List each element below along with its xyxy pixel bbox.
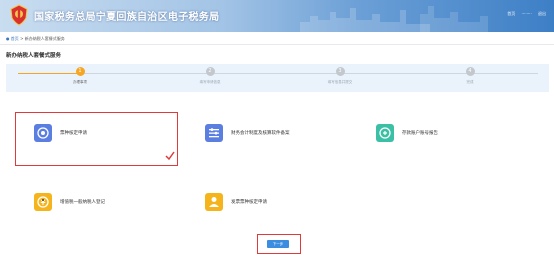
settings-icon [205, 124, 223, 142]
user-links: 首页 ········ 退出 [502, 11, 546, 17]
card-label: 发票票种核定申请 [231, 200, 267, 205]
card-label: 增值税一般纳税人登记 [60, 200, 105, 205]
step-number: 3 [335, 67, 345, 76]
service-card-accounting-filing[interactable]: 财务会计制度及核算软件备案 [189, 114, 339, 154]
step-number: 2 [205, 67, 215, 76]
next-button[interactable]: 下一步 [267, 240, 289, 248]
user-name-link[interactable]: ········ [522, 11, 532, 16]
header-banner: 国家税务总局宁夏回族自治区电子税务局 首页 ········ 退出 [0, 0, 554, 32]
step-label: 填写申请信息 [199, 80, 221, 84]
page-title: 新办纳税人套餐式服务 [6, 53, 62, 59]
service-card-bank-account[interactable]: 存款账户账号报告 [360, 114, 510, 154]
step-2: 2 填写申请信息 [180, 67, 240, 85]
site-title: 国家税务总局宁夏回族自治区电子税务局 [34, 12, 220, 23]
home-link[interactable]: 首页 [507, 11, 515, 16]
logout-link[interactable]: 退出 [538, 11, 546, 16]
card-label: 财务会计制度及核算软件备案 [231, 131, 290, 136]
step-label: 完成 [466, 80, 474, 84]
step-number: 4 [465, 67, 475, 76]
breadcrumb-separator: > [20, 36, 24, 41]
step-3: 3 填写信息并提交 [310, 67, 370, 85]
step-1: 1 办理事项 [50, 67, 110, 85]
step-4: 4 完成 [440, 67, 500, 85]
service-card-invoice-approval[interactable]: 发票票种核定申请 [189, 183, 339, 223]
step-number: 1 [75, 67, 85, 76]
bank-account-icon [376, 124, 394, 142]
invoice-icon [34, 124, 52, 142]
vat-icon [34, 193, 52, 211]
step-label: 办理事项 [73, 80, 87, 84]
location-icon: ● [6, 36, 10, 41]
divider [0, 44, 554, 45]
service-card-invoice-type[interactable]: 票种核定申请 [18, 114, 168, 154]
service-card-vat-registration[interactable]: 增值税一般纳税人登记 [18, 183, 168, 223]
card-label: 存款账户账号报告 [402, 131, 438, 136]
breadcrumb-home[interactable]: 首页 [11, 36, 19, 41]
breadcrumb: ● 首页 > 新办纳税人套餐式服务 [6, 36, 65, 42]
check-icon [165, 151, 175, 161]
person-icon [205, 193, 223, 211]
tax-emblem-icon [10, 4, 28, 26]
card-label: 票种核定申请 [60, 131, 87, 136]
step-label: 填写信息并提交 [327, 80, 353, 84]
breadcrumb-current: 新办纳税人套餐式服务 [24, 36, 65, 41]
step-progress: 1 办理事项 2 填写申请信息 3 填写信息并提交 4 完成 [6, 64, 549, 92]
